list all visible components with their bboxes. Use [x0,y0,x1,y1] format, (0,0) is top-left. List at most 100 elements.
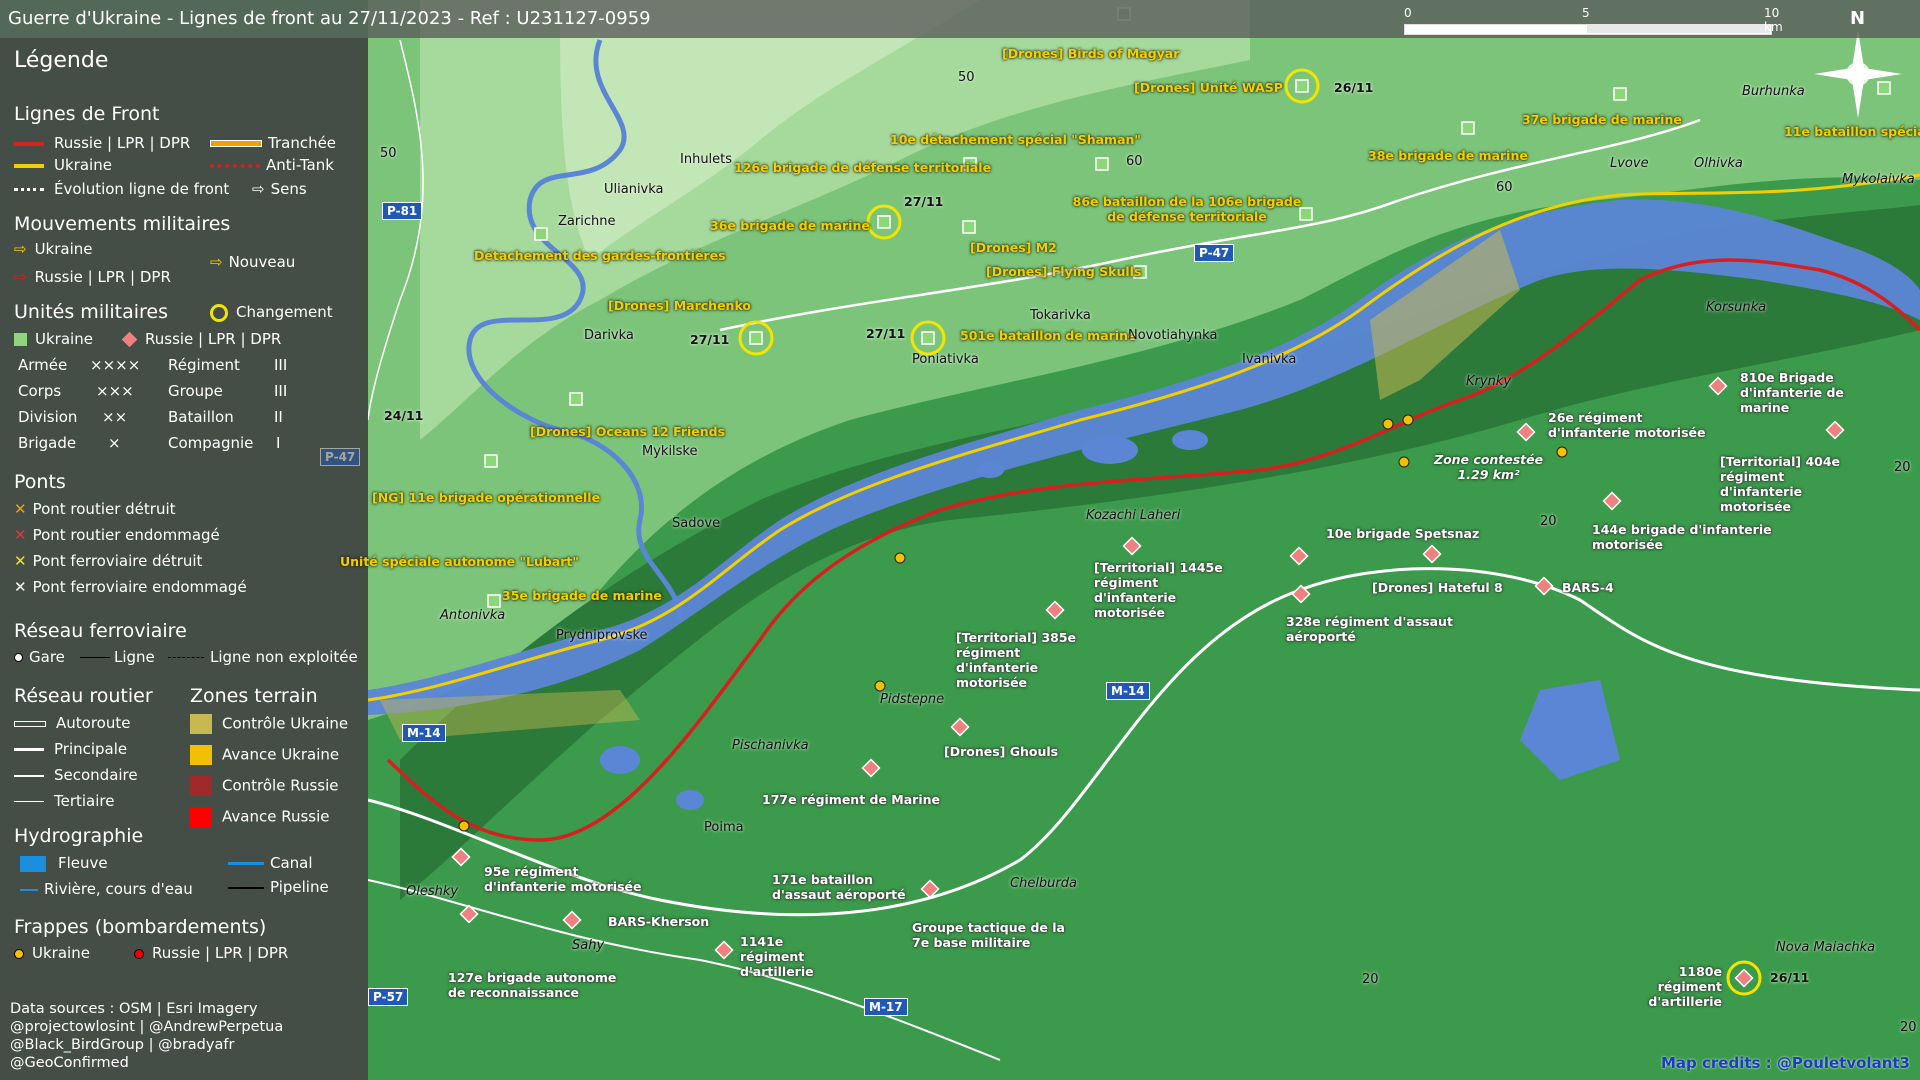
roads-heading: Réseau routier [14,685,153,707]
legend-zone-2: Contrôle Russie [222,776,339,795]
town-label: Krynky [1466,374,1512,389]
ru-unit-label[interactable]: 177e régiment de Marine [762,792,940,807]
ukraine-square-icon [14,333,27,346]
ua-unit-label[interactable]: 38e brigade de marine [1368,148,1528,163]
source-line-3: @GeoConfirmed [10,1055,129,1071]
ru-unit-label[interactable]: [Drones] Ghouls [944,744,1058,759]
road-shield: P-47 [1194,244,1235,262]
road-bridge-destroyed-icon: ✕ [14,500,27,518]
ua-unit-label[interactable]: [Drones] Unité WASP [1134,80,1283,95]
ua-unit-label[interactable]: 36e brigade de marine [710,218,870,233]
ru-unit-label[interactable]: 171e bataillon d'assaut aéroporté [772,872,932,902]
ru-unit-label[interactable]: 95e régiment d'infanterie motorisée [484,864,654,894]
ukraine-arrow-icon: ⇨ [14,240,27,258]
rail-heading: Réseau ferroviaire [14,620,187,642]
bridges-heading: Ponts [14,471,66,493]
ua-unit-label[interactable]: 501e bataillon de marine [960,328,1136,343]
town-label: Prydniprovske [556,628,648,643]
echelon-group: Groupe [168,382,223,400]
ua-unit-label[interactable]: [Drones] Marchenko [608,298,751,313]
ru-unit-label[interactable]: [Territorial] 385e régiment d'infanterie… [956,630,1096,690]
ru-unit-label[interactable]: 1141e régiment d'artillerie [740,934,850,979]
legend-hydro-canal: Canal [270,854,313,872]
legend-hydro-pipeline: Pipeline [270,878,329,896]
contested-zone-title: Zone contestée [1434,452,1544,467]
elevation-label: 20 [1540,514,1557,529]
echelon-company-symbol: I [276,434,281,452]
zones-heading: Zones terrain [190,685,318,707]
units-heading: Unités militaires [14,301,169,323]
legend-hydro-river: Fleuve [58,854,108,872]
north-label: N [1850,8,1866,29]
map-credit: Map credits : @Pouletvolant3 [1661,1054,1910,1072]
source-line-0: Data sources : OSM | Esri Imagery [10,1001,258,1017]
ua-unit-label[interactable]: 126e brigade de défense territoriale [734,160,991,175]
legend-bridge-3: Pont ferroviaire endommagé [32,578,247,596]
legend-zone-0: Contrôle Ukraine [222,714,349,733]
town-label: Ivanivka [1242,352,1297,367]
legend-rail-line: Ligne [114,648,155,666]
ru-unit-label[interactable]: 328e régiment d'assaut aéroporté [1286,614,1456,644]
road-shield: M-17 [864,998,908,1016]
scale-label-5: 5 [1582,6,1590,20]
town-label: Chelburda [1010,876,1077,891]
elevation-label: 60 [1126,154,1143,169]
ua-unit-label[interactable]: 11e bataillon spécial [1784,124,1920,139]
ua-unit-label[interactable]: [NG] 11e brigade opérationnelle [372,490,600,505]
elevation-label: 20 [1362,972,1379,987]
ru-unit-label[interactable]: 144e brigade d'infanterie motorisée [1592,522,1772,552]
legend-direction: Sens [270,180,307,198]
legend-move-ukraine: Ukraine [34,240,93,258]
ru-unit-label[interactable]: [Territorial] 1445e régiment d'infanteri… [1094,560,1234,620]
movements-heading: Mouvements militaires [14,213,231,235]
legend-zone-1: Avance Ukraine [222,745,340,764]
elevation-label: 50 [380,146,397,161]
ua-unit-label[interactable]: 37e brigade de marine [1522,112,1682,127]
legend-units-russia: Russie | LPR | DPR [145,330,282,348]
ru-unit-label[interactable]: [Drones] Hateful 8 [1372,580,1503,595]
town-label: Poniativka [912,352,979,367]
station-dot-icon [14,653,23,662]
ru-unit-label[interactable]: BARS-Kherson [608,914,709,929]
ua-unit-label[interactable]: Unité spéciale autonome "Lubart" [340,554,579,569]
legend-front-ukraine: Ukraine [54,156,112,174]
strikes-heading: Frappes (bombardements) [14,916,267,938]
ru-unit-label[interactable]: [Territorial] 404e régiment d'infanterie… [1720,454,1870,514]
town-label: Korsunka [1706,300,1767,315]
legend-road-0: Autoroute [56,714,131,732]
echelon-regiment-symbol: III [274,356,288,374]
echelon-army: Armée [18,356,68,374]
contested-zone-area: 1.29 km² [1457,467,1520,482]
scale-label-0: 0 [1404,6,1412,20]
ru-unit-label[interactable]: 10e brigade Spetsnaz [1326,526,1479,541]
ua-unit-label[interactable]: [Drones] Oceans 12 Friends [530,424,725,439]
ru-unit-label[interactable]: 26e régiment d'infanterie motorisée [1548,410,1718,440]
ua-unit-label[interactable]: 86e bataillon de la 106e brigade de défe… [1072,194,1302,224]
legend-move-new: Nouveau [228,253,296,271]
ru-unit-label[interactable]: 127e brigade autonome de reconnaissance [448,970,638,1000]
russia-diamond-icon [121,331,138,348]
ua-unit-label[interactable]: [Drones] Birds of Magyar [1002,46,1179,61]
ru-unit-label[interactable]: 810e Brigade d'infanterie de marine [1740,370,1890,415]
town-label: Pischanivka [732,738,809,753]
ua-unit-label[interactable]: [Drones] M2 [970,240,1057,255]
ru-unit-label[interactable]: Groupe tactique de la 7e base militaire [912,920,1082,950]
echelon-army-symbol: ×××× [90,356,141,374]
legend-heading: Légende [14,48,109,73]
echelon-battalion: Bataillon [168,408,234,426]
legend-road-2: Secondaire [54,766,138,784]
town-label: Antonivka [440,608,506,623]
ua-unit-label[interactable]: 35e brigade de marine [502,588,662,603]
legend-zone-3: Avance Russie [222,807,330,826]
ua-unit-label[interactable]: 10e détachement spécial "Shaman" [890,132,1141,147]
ru-unit-label[interactable]: 1180e régiment d'artillerie [1612,964,1722,1009]
echelon-corps: Corps [18,382,62,400]
ru-unit-label[interactable]: BARS-4 [1562,580,1614,595]
ua-unit-label[interactable]: [Drones] Flying Skulls [986,264,1141,279]
town-label: Poima [704,820,744,835]
legend-rail-unused: Ligne non exploitée [210,648,358,666]
road-shield: P-47 [320,448,361,466]
echelon-division: Division [18,408,78,426]
ua-unit-label[interactable]: Détachement des gardes-frontières [474,248,726,263]
legend-hydro-stream: Rivière, cours d'eau [44,880,193,898]
